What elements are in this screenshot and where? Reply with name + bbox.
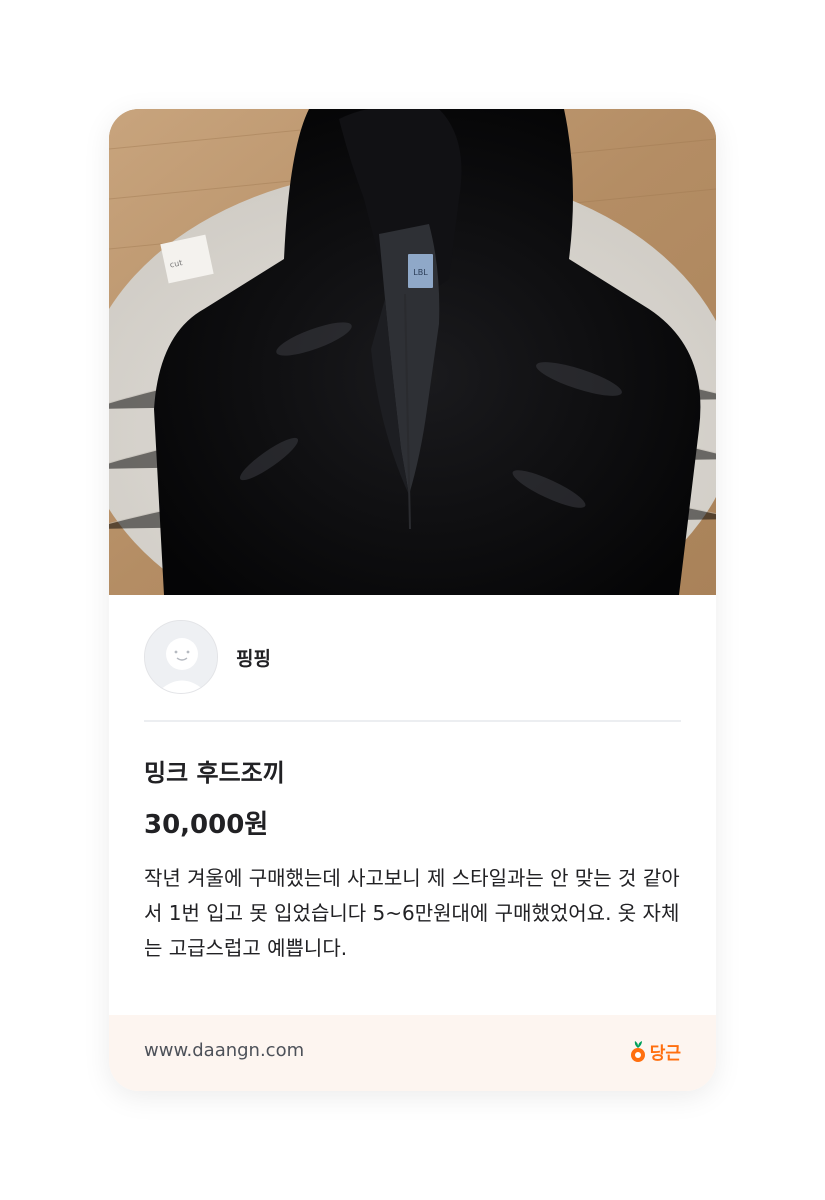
carrot-icon — [630, 1040, 645, 1062]
product-card: cut LBL 핑핑 밍크 후드조끼 30,000원 작년 겨울에 구매했는데 … — [109, 109, 716, 1091]
product-photo[interactable]: cut LBL — [109, 109, 716, 595]
seller-nickname[interactable]: 핑핑 — [236, 644, 271, 671]
card-footer: www.daangn.com 당근 — [109, 1015, 716, 1091]
product-title: 밍크 후드조끼 — [144, 759, 285, 787]
product-description: 작년 겨울에 구매했는데 사고보니 제 스타일과는 안 맞는 것 같아서 1번 … — [144, 866, 680, 960]
product-photo-image: cut LBL — [109, 109, 716, 595]
site-link[interactable]: www.daangn.com — [144, 1040, 304, 1061]
brand-name: 당근 — [649, 1044, 681, 1064]
brand-label-text: LBL — [413, 268, 428, 277]
seller-profile[interactable]: 핑핑 — [144, 620, 271, 694]
brand-logo[interactable]: 당근 — [630, 1039, 681, 1064]
product-price: 30,000원 — [144, 810, 269, 840]
default-avatar-icon — [144, 620, 218, 694]
divider — [144, 720, 681, 722]
